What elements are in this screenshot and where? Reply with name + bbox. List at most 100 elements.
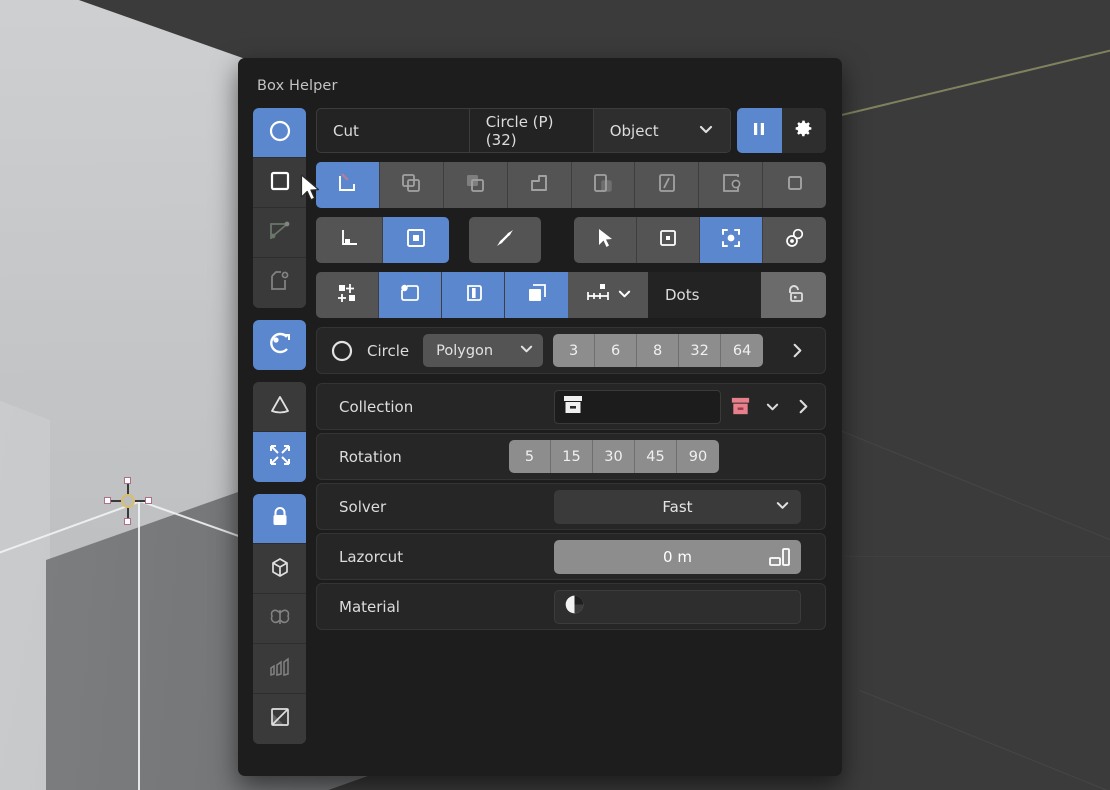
operation-field[interactable]: Cut <box>317 109 470 152</box>
mode-dropdown[interactable]: Object <box>593 109 730 152</box>
segment-count-8[interactable]: 8 <box>637 334 680 367</box>
header-buttons <box>737 108 826 153</box>
segment-count-6[interactable]: 6 <box>595 334 638 367</box>
boolean-knife[interactable] <box>316 162 380 208</box>
snap-face[interactable] <box>505 272 568 318</box>
chevron-down-icon <box>775 497 790 516</box>
box-helper-panel: Box Helper Cut Circle (P) (32) Object Do… <box>238 58 842 776</box>
snap-edge[interactable] <box>442 272 505 318</box>
boolean-union[interactable] <box>380 162 444 208</box>
tool-mirror[interactable] <box>253 594 306 644</box>
snap-lock-button[interactable] <box>761 272 826 318</box>
pause-button[interactable] <box>737 108 782 153</box>
grid-line <box>859 690 1110 790</box>
measure-segment <box>469 217 541 263</box>
orientation-corner[interactable] <box>316 217 383 263</box>
snap-grid[interactable] <box>316 272 379 318</box>
tool-array[interactable] <box>253 644 306 694</box>
rail-group-array <box>253 382 306 482</box>
header-row: Cut Circle (P) (32) Object <box>316 108 826 153</box>
panel-title: Box Helper <box>257 78 338 94</box>
property-row-material: Material <box>316 583 826 630</box>
pivot-active[interactable] <box>763 217 826 263</box>
tool-cube[interactable] <box>253 544 306 594</box>
collection-dropdown-chevron[interactable] <box>760 399 784 414</box>
solver-dropdown[interactable]: Fast <box>554 489 801 524</box>
axis-corner-icon <box>337 226 361 254</box>
unlock-icon <box>782 281 806 309</box>
lazorcut-number-field[interactable]: 0 m <box>554 539 801 574</box>
lock-icon <box>267 504 293 534</box>
rail-group-utility <box>253 494 306 744</box>
tool-polyline[interactable] <box>253 208 306 258</box>
shape-type-dropdown[interactable]: Polygon <box>423 334 544 367</box>
snap-mode-dropdown[interactable] <box>568 272 648 318</box>
boolean-extract[interactable] <box>699 162 764 208</box>
bracket-dot-icon <box>719 226 743 254</box>
rotation-label: Rotation <box>339 447 402 466</box>
3d-cursor-icon <box>104 477 152 525</box>
tool-plane[interactable] <box>253 694 306 744</box>
pivot-individual[interactable] <box>700 217 763 263</box>
gear-button[interactable] <box>781 108 826 153</box>
tool-box[interactable] <box>253 158 306 208</box>
pivot-segment <box>574 217 826 263</box>
rotation-step-90[interactable]: 90 <box>677 440 719 473</box>
rotation-step-45[interactable]: 45 <box>635 440 677 473</box>
collection-field[interactable] <box>554 389 721 424</box>
grid-line <box>845 556 1110 557</box>
snap-value-field[interactable]: Dots <box>648 272 761 318</box>
rotation-value: 5 15 30 45 90 <box>509 440 825 473</box>
orientation-row <box>316 217 826 263</box>
orientation-center[interactable] <box>382 217 449 263</box>
slice-icon <box>591 171 615 199</box>
rotation-step-5[interactable]: 5 <box>509 440 551 473</box>
tool-lock[interactable] <box>253 494 306 544</box>
material-value <box>554 589 825 624</box>
inset-corner-icon <box>527 171 551 199</box>
pivot-median[interactable] <box>637 217 700 263</box>
chevron-down-icon <box>617 286 632 305</box>
property-list: Collection Rotation 5 15 30 45 90 Solver… <box>316 383 826 630</box>
boolean-inset[interactable] <box>508 162 572 208</box>
collection-value <box>554 389 825 424</box>
butterfly-icon <box>267 604 293 634</box>
material-field[interactable] <box>554 589 801 624</box>
cube-icon <box>267 554 293 584</box>
boolean-make[interactable] <box>763 162 826 208</box>
rotation-step-30[interactable]: 30 <box>593 440 635 473</box>
snap-mode-segment <box>316 272 568 318</box>
square-icon <box>267 168 293 198</box>
plain-square-icon <box>783 171 807 199</box>
cone-icon <box>267 392 293 422</box>
panel-content: Cut Circle (P) (32) Object Dots Circle P… <box>316 108 826 630</box>
lazorcut-value: 0 m <box>554 539 825 574</box>
shape-type-label: Polygon <box>436 342 494 359</box>
tool-symmetrize[interactable] <box>253 432 306 482</box>
lazorcut-label: Lazorcut <box>339 547 404 566</box>
select-cursor[interactable] <box>574 217 637 263</box>
circle-icon <box>267 118 293 148</box>
collection-color-swatch[interactable] <box>721 390 760 424</box>
boolean-slice[interactable] <box>572 162 636 208</box>
tool-custom-shape[interactable] <box>253 258 306 308</box>
segment-count-64[interactable]: 64 <box>721 334 763 367</box>
boolean-difference[interactable] <box>444 162 508 208</box>
tool-circle[interactable] <box>253 108 306 158</box>
measure-bone-icon <box>493 226 517 254</box>
segment-count-3[interactable]: 3 <box>553 334 596 367</box>
shape-field[interactable]: Circle (P) (32) <box>470 109 594 152</box>
collection-expand-button[interactable] <box>784 397 825 416</box>
material-label: Material <box>339 597 400 616</box>
boolean-intersect[interactable] <box>635 162 700 208</box>
shape-expand-button[interactable] <box>778 341 819 360</box>
segment-count-32[interactable]: 32 <box>679 334 722 367</box>
tool-bevel[interactable] <box>253 320 306 370</box>
tool-cone[interactable] <box>253 382 306 432</box>
rotation-step-15[interactable]: 15 <box>551 440 593 473</box>
measure-tool[interactable] <box>469 217 541 263</box>
mode-label: Object <box>609 121 659 140</box>
polyline-icon <box>267 218 293 248</box>
union-icon <box>399 171 423 199</box>
snap-vertex[interactable] <box>379 272 442 318</box>
